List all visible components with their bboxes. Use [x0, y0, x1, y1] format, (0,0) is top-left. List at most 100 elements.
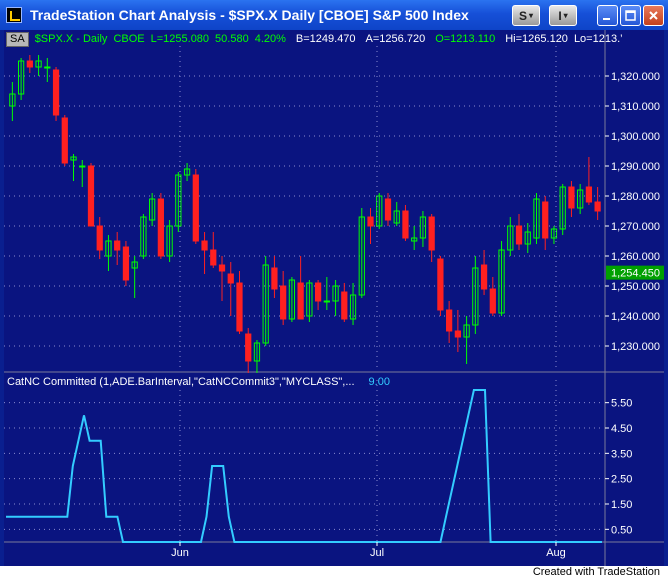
- candle-body: [201, 240, 208, 251]
- price-tick-label: 1,300.000: [611, 131, 660, 143]
- candle-body: [437, 258, 444, 311]
- candle-body: [52, 69, 60, 116]
- net-change: 50.580: [215, 33, 249, 45]
- candle-body: [122, 246, 130, 281]
- time-axis-label: Jul: [370, 547, 384, 559]
- candle-body: [218, 264, 226, 272]
- low-price: Lo=1213.’: [573, 33, 623, 45]
- last-price: L=1255.080: [150, 33, 210, 45]
- chevron-down-icon: ▾: [563, 11, 568, 20]
- last-price-label: 1,254.450: [611, 268, 660, 280]
- title-bar[interactable]: TradeStation Chart Analysis - $SPX.X Dai…: [0, 0, 668, 30]
- candle-body: [236, 282, 243, 332]
- candle-down: [87, 163, 95, 227]
- chart-background: [4, 30, 664, 566]
- candle-body: [515, 225, 523, 245]
- candle-body: [594, 201, 601, 212]
- price-tick-label: 1,230.000: [611, 341, 660, 353]
- candle-body: [454, 330, 461, 338]
- time-axis-label: Jun: [171, 547, 189, 559]
- indicator-tick-label: 4.50: [611, 423, 632, 435]
- price-tick-label: 1,320.000: [611, 71, 660, 83]
- candle-body: [210, 249, 217, 266]
- symbol-menu-label: S: [518, 8, 527, 23]
- indicator-tick-label: 3.50: [611, 448, 632, 460]
- candle-down: [61, 115, 68, 166]
- chart-area[interactable]: 1,320.000 1,310.000 1,300.000 1,290.000 1,28…: [4, 30, 664, 566]
- candle-down: [192, 169, 199, 244]
- candle-body: [245, 333, 252, 362]
- candle-body: [402, 210, 409, 239]
- minimize-button[interactable]: [597, 5, 618, 26]
- candle-body: [227, 273, 234, 284]
- ask-price: A=1256.720: [365, 33, 426, 45]
- close-icon: [649, 11, 658, 20]
- candle-body: [446, 309, 453, 332]
- minimize-icon: [603, 18, 610, 20]
- maximize-icon: [625, 10, 636, 21]
- candle-body: [192, 174, 199, 242]
- candle-body: [79, 165, 86, 168]
- symbol-exchange: CBOE: [113, 33, 145, 45]
- close-button[interactable]: [643, 5, 664, 26]
- price-tick-label: 1,240.000: [611, 311, 660, 323]
- footer-credit: Created with TradeStation: [532, 566, 660, 578]
- candle-body: [26, 60, 33, 68]
- candle-body: [114, 240, 121, 251]
- candle-body: [585, 186, 593, 203]
- candle-body: [44, 66, 51, 69]
- candle-body: [568, 186, 575, 209]
- candle-body: [314, 282, 322, 302]
- candle-body: [341, 291, 348, 320]
- indicator-tick-label: 1.50: [611, 499, 632, 511]
- candle-body: [480, 264, 488, 290]
- candle-body: [428, 216, 435, 251]
- candle-body: [280, 285, 287, 320]
- candle-body: [297, 282, 304, 320]
- price-tick-label: 1,250.000: [611, 281, 660, 293]
- candle-body: [96, 225, 103, 251]
- indicator-label[interactable]: CatNC Committed (1,ADE.BarInterval,"CatN…: [7, 376, 390, 388]
- price-tick-label: 1,270.000: [611, 221, 660, 233]
- price-tick-label: 1,280.000: [611, 191, 660, 203]
- price-tick-label: 1,260.000: [611, 251, 660, 263]
- price-tick-label: 1,310.000: [611, 101, 660, 113]
- candle-down: [437, 256, 444, 316]
- candle-body: [61, 117, 68, 164]
- percent-change: 4.20%: [254, 33, 286, 45]
- candle-down: [122, 241, 130, 286]
- candle-body: [271, 267, 278, 290]
- footer: Created with TradeStation: [0, 566, 668, 579]
- maximize-button[interactable]: [620, 5, 641, 26]
- candle-body: [157, 198, 164, 257]
- indicator-tick-label: 2.50: [611, 474, 632, 486]
- high-price: Hi=1265.120: [505, 33, 568, 45]
- app-chart-icon: [6, 7, 22, 23]
- price-tick-label: 1,290.000: [611, 161, 660, 173]
- symbol-menu-button[interactable]: S ▾: [512, 5, 540, 26]
- candle-body: [87, 165, 95, 227]
- candle-body: [367, 216, 374, 227]
- open-price: O=1213.110: [435, 33, 496, 45]
- candle-down: [52, 67, 60, 121]
- chevron-down-icon: ▾: [529, 11, 534, 20]
- symbol-name: $SPX.X - Daily: [34, 33, 108, 45]
- candle-body: [489, 288, 496, 314]
- chart-window: TradeStation Chart Analysis - $SPX.X Dai…: [0, 0, 668, 566]
- interval-menu-label: I: [558, 8, 562, 23]
- interval-menu-button[interactable]: I ▾: [549, 5, 577, 26]
- indicator-name: CatNC Committed (1,ADE.BarInterval,"CatN…: [7, 376, 355, 388]
- candle-body: [323, 300, 330, 303]
- candle-body: [384, 198, 392, 221]
- indicator-tick-label: 0.50: [611, 524, 632, 536]
- bid-price: B=1249.470: [295, 33, 356, 45]
- indicator-value: 9.00: [368, 376, 390, 388]
- candle-down: [157, 193, 164, 259]
- chart-canvas[interactable]: 1,320.000 1,310.000 1,300.000 1,290.000 1,28…: [4, 30, 664, 566]
- time-axis-label: Aug: [546, 547, 566, 559]
- candle-body: [542, 201, 549, 239]
- status-tag[interactable]: SA: [6, 31, 29, 47]
- indicator-tick-label: 5.50: [611, 398, 632, 410]
- symbol-bar: SA $SPX.X - Daily CBOE L=1255.080 50.580…: [4, 31, 623, 47]
- window-title: TradeStation Chart Analysis - $SPX.X Dai…: [30, 7, 469, 23]
